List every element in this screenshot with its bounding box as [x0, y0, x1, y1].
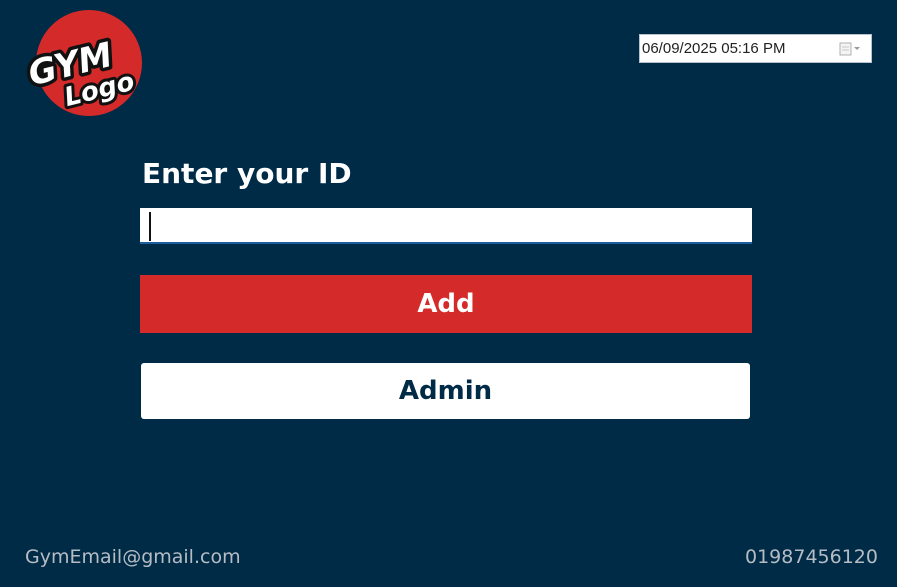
add-button[interactable]: Add: [140, 275, 752, 333]
footer-phone: 01987456120: [745, 546, 878, 568]
gym-logo: GYM Logo: [21, 10, 154, 120]
calendar-dropdown-icon[interactable]: [839, 41, 869, 57]
footer-email: GymEmail@gmail.com: [25, 546, 241, 568]
datetime-value: 06/09/2025 05:16 PM: [642, 40, 786, 57]
text-caret: [149, 212, 151, 241]
admin-button[interactable]: Admin: [141, 363, 750, 419]
enter-id-label: Enter your ID: [142, 157, 352, 190]
id-input[interactable]: [140, 208, 752, 244]
datetime-picker[interactable]: 06/09/2025 05:16 PM: [639, 34, 872, 63]
